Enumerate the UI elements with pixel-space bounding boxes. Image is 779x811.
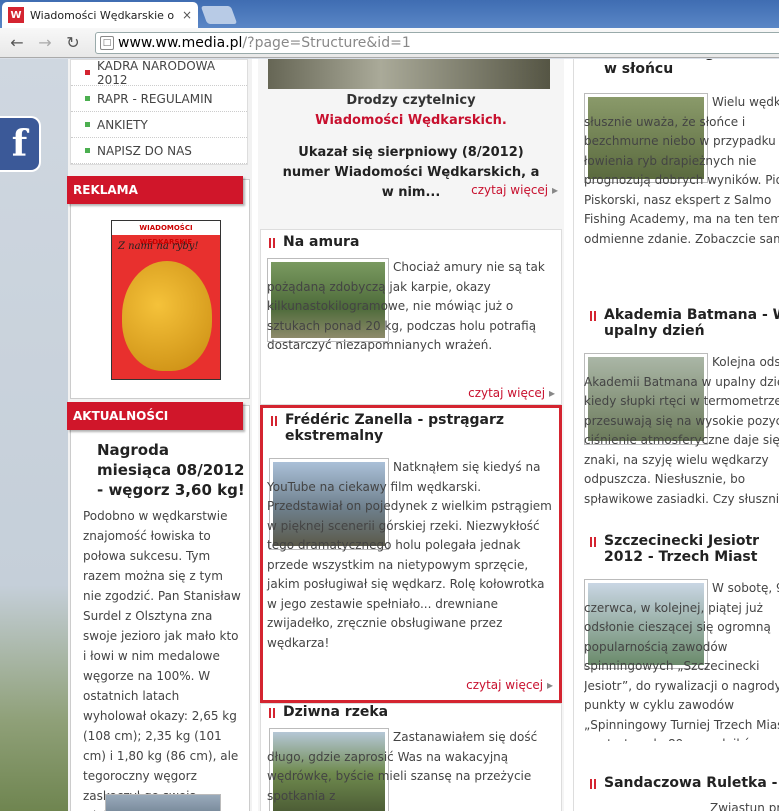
address-bar[interactable]: □ www.ww.media.pl/?page=Structure&id=1 — [95, 32, 779, 54]
magazine-cover-image[interactable] — [268, 59, 550, 89]
news-thumbnail[interactable] — [105, 794, 221, 811]
article-text: Wielu wędkarzy słusznie uważa, że słońce… — [584, 95, 779, 246]
tab-title: Wiadomości Wędkarskie o — [30, 8, 175, 22]
menu-item-kadra[interactable]: KADRA NARODOWA 2012 — [71, 59, 247, 87]
new-tab-button[interactable] — [200, 6, 238, 24]
menu-item-ankiety[interactable]: ANKIETY — [71, 112, 247, 138]
menu-item-rapr[interactable]: RAPR - REGULAMIN — [71, 86, 247, 112]
article-text: Kolejna odsłona Akademii Batmana w upaln… — [584, 355, 779, 506]
back-icon[interactable]: ← — [6, 33, 28, 52]
article-text: Natknąłem się kiedyś na YouTube na cieka… — [267, 460, 552, 650]
ad-brand: WIADOMOŚCI WĘDKARSKIE — [112, 221, 220, 246]
url-path: /?page=Structure&id=1 — [242, 35, 411, 51]
article-title[interactable]: Salmo Fishing Academy w słońcu — [590, 59, 779, 77]
article-title[interactable]: Akademia Batmana - W upalny dzień — [590, 307, 779, 339]
article-title[interactable]: Na amura — [269, 234, 359, 250]
ad-box: REKLAMA WIADOMOŚCI WĘDKARSKIE Z nami na … — [67, 176, 250, 399]
menu-item-napisz[interactable]: NAPISZ DO NAS — [71, 138, 247, 164]
middle-column: Drodzy czytelnicy Wiadomości Wędkarskich… — [258, 59, 564, 811]
article-title[interactable]: Sandaczowa Ruletka - Zwiastun — [590, 775, 779, 791]
browser-toolbar: ← → ↻ □ www.ww.media.pl/?page=Structure&… — [0, 28, 779, 58]
article-text: Zwiastun programu — [710, 801, 779, 811]
ad-slogan: Z nami na ryby! — [118, 241, 199, 252]
ad-banner[interactable]: WIADOMOŚCI WĘDKARSKIE Z nami na ryby! — [111, 220, 221, 380]
page-icon: □ — [100, 36, 114, 50]
article-title[interactable]: Dziwna rzeka — [269, 704, 388, 720]
browser-tab[interactable]: W Wiadomości Wędkarskie o × — [2, 2, 198, 28]
column-divider — [573, 59, 574, 811]
right-column: Salmo Fishing Academy w słońcu Wielu węd… — [578, 59, 779, 811]
intro-line1: Drodzy czytelnicy — [346, 93, 476, 108]
article-salmo: Salmo Fishing Academy w słońcu Wielu węd… — [582, 59, 779, 281]
trout-icon — [122, 261, 212, 371]
intro-read-more[interactable]: czytaj więcej — [471, 183, 558, 197]
side-menu: KADRA NARODOWA 2012 RAPR - REGULAMIN ANK… — [70, 59, 248, 165]
article-batman: Akademia Batmana - W upalny dzień Kolejn… — [582, 299, 779, 519]
forward-icon[interactable]: → — [34, 33, 56, 52]
article-dziwna-rzeka: Dziwna rzeka Zastanawiałem się dość dług… — [260, 703, 562, 811]
read-more-link[interactable]: czytaj więcej — [468, 386, 555, 400]
site-content: KADRA NARODOWA 2012 RAPR - REGULAMIN ANK… — [67, 59, 779, 811]
facebook-icon[interactable]: f — [0, 116, 41, 172]
article-text: W sobotę, 9 czerwca, w kolejnej, piątej … — [584, 581, 779, 741]
news-title[interactable]: Nagroda miesiąca 08/2012 - węgorz 3,60 k… — [97, 440, 247, 500]
section-header-reklama: REKLAMA — [67, 176, 243, 204]
left-column: KADRA NARODOWA 2012 RAPR - REGULAMIN ANK… — [67, 59, 252, 811]
article-text: Zastanawiałem się dość długo, gdzie zapr… — [267, 730, 538, 803]
page-viewport: f KADRA NARODOWA 2012 RAPR - REGULAMIN A… — [0, 59, 779, 811]
article-text: Chociaż amury nie są tak pożądaną zdobyc… — [267, 260, 545, 352]
browser-tabstrip: W Wiadomości Wędkarskie o × — [0, 0, 779, 28]
reload-icon[interactable]: ↻ — [62, 33, 84, 52]
article-zanella: Frédéric Zanella - pstrągarz ekstremalny… — [260, 405, 562, 703]
intro-line2: Wiadomości Wędkarskich. — [315, 113, 507, 128]
article-sandacz: Sandaczowa Ruletka - Zwiastun Zwiastun p… — [582, 771, 779, 811]
article-jesiotr: Szczecinecki Jesiotr 2012 - Trzech Miast… — [582, 529, 779, 749]
section-header-aktualnosci: AKTUALNOŚCI — [67, 402, 243, 430]
article-title[interactable]: Szczecinecki Jesiotr 2012 - Trzech Miast — [590, 533, 779, 565]
url-host: www.ww.media.pl — [118, 35, 243, 51]
article-title[interactable]: Frédéric Zanella - pstrągarz ekstremalny — [271, 412, 551, 444]
news-text: Podobno w wędkarstwie znajomość łowiska … — [83, 509, 241, 811]
tab-close-icon[interactable]: × — [182, 8, 192, 22]
read-more-link[interactable]: czytaj więcej — [466, 678, 553, 692]
site-favicon-icon: W — [8, 7, 24, 23]
article-na-amura: Na amura Chociaż amury nie są tak pożąda… — [260, 229, 562, 405]
news-box: AKTUALNOŚCI Nagroda miesiąca 08/2012 - w… — [67, 402, 250, 811]
